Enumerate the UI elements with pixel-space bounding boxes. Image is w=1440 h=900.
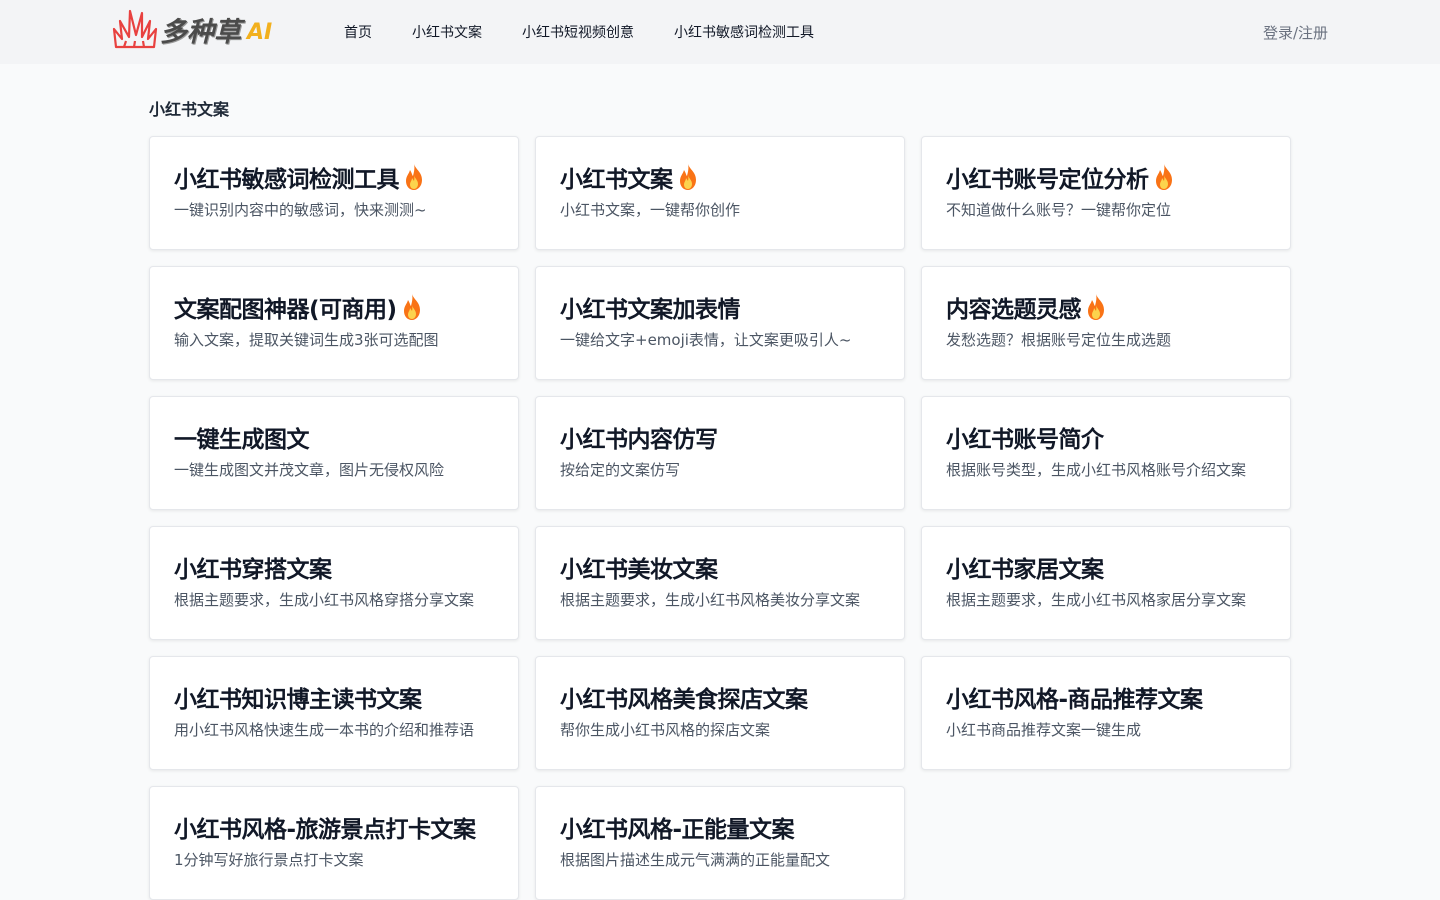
tool-card[interactable]: 小红书风格-旅游景点打卡文案 1分钟写好旅行景点打卡文案	[149, 786, 519, 900]
tool-card-title: 小红书风格-正能量文案	[560, 817, 795, 843]
tool-card-title-row: 小红书家居文案	[946, 549, 1266, 585]
tool-card-title: 小红书美妆文案	[560, 557, 718, 583]
tool-card-description: 帮你生成小红书风格的探店文案	[560, 721, 771, 739]
tool-card-title-row: 小红书穿搭文案	[174, 549, 494, 585]
tool-card[interactable]: 小红书文案 小红书文案，一键帮你创作	[535, 136, 905, 250]
tool-card-title-row: 小红书风格美食探店文案	[560, 679, 880, 715]
tool-card-description: 小红书文案，一键帮你创作	[560, 201, 741, 219]
tool-card-title-row: 小红书风格-旅游景点打卡文案	[174, 809, 494, 845]
tool-card-description: 不知道做什么账号？一键帮你定位	[946, 201, 1172, 219]
tool-card-title-row: 小红书文案	[560, 159, 880, 195]
tool-card-description: 一键生成图文并茂文章，图片无侵权风险	[174, 461, 445, 479]
tool-card[interactable]: 文案配图神器(可商用) 输入文案，提取关键词生成3张可选配图	[149, 266, 519, 380]
tool-card-title: 小红书内容仿写	[560, 427, 718, 453]
tool-card-title: 文案配图神器(可商用)	[174, 297, 397, 323]
fire-icon	[679, 164, 696, 190]
nav-item-home[interactable]: 首页	[324, 22, 392, 42]
tool-card-title-row: 小红书内容仿写	[560, 419, 880, 455]
fire-icon	[406, 164, 422, 190]
tool-card-title: 内容选题灵感	[946, 297, 1082, 323]
tool-card[interactable]: 小红书家居文案 根据主题要求，生成小红书风格家居分享文案	[921, 526, 1291, 640]
tool-card[interactable]: 小红书文案加表情 一键给文字+emoji表情，让文案更吸引人~	[535, 266, 905, 380]
tool-card-description: 根据图片描述生成元气满满的正能量配文	[560, 851, 831, 869]
tool-card-description: 输入文案，提取关键词生成3张可选配图	[174, 331, 439, 349]
nav-item-short-video[interactable]: 小红书短视频创意	[502, 22, 654, 42]
tool-card-description: 小红书商品推荐文案一键生成	[946, 721, 1142, 739]
tool-card[interactable]: 小红书风格美食探店文案 帮你生成小红书风格的探店文案	[535, 656, 905, 770]
tool-card-title-row: 小红书风格-商品推荐文案	[946, 679, 1266, 715]
tool-card-title-row: 小红书美妆文案	[560, 549, 880, 585]
tool-card-description: 一键给文字+emoji表情，让文案更吸引人~	[560, 331, 852, 349]
tool-card-title: 小红书风格美食探店文案	[560, 687, 808, 713]
tool-card-description: 根据主题要求，生成小红书风格穿搭分享文案	[174, 591, 475, 609]
nav-item-copywriting[interactable]: 小红书文案	[392, 22, 502, 42]
tool-card[interactable]: 小红书账号简介 根据账号类型，生成小红书风格账号介绍文案	[921, 396, 1291, 510]
tool-card[interactable]: 一键生成图文 一键生成图文并茂文章，图片无侵权风险	[149, 396, 519, 510]
tool-card-description: 根据账号类型，生成小红书风格账号介绍文案	[946, 461, 1247, 479]
tool-card-title: 小红书风格-旅游景点打卡文案	[174, 817, 476, 843]
tool-card-title-row: 小红书敏感词检测工具	[174, 159, 494, 195]
login-register-link[interactable]: 登录/注册	[1263, 0, 1328, 64]
tool-card-description: 一键识别内容中的敏感词，快来测测~	[174, 201, 427, 219]
tool-card-description: 1分钟写好旅行景点打卡文案	[174, 851, 364, 869]
tool-card[interactable]: 小红书风格-正能量文案 根据图片描述生成元气满满的正能量配文	[535, 786, 905, 900]
tool-card-title-row: 一键生成图文	[174, 419, 494, 455]
tool-card[interactable]: 小红书内容仿写 按给定的文案仿写	[535, 396, 905, 510]
tool-card-title: 一键生成图文	[174, 427, 310, 453]
tool-card-description: 用小红书风格快速生成一本书的介绍和推荐语	[174, 721, 475, 739]
section-title: 小红书文案	[149, 100, 230, 119]
tool-card-title-row: 文案配图神器(可商用)	[174, 289, 494, 325]
tool-card-description: 根据主题要求，生成小红书风格家居分享文案	[946, 591, 1247, 609]
tool-card-title: 小红书文案加表情	[560, 297, 741, 323]
fire-icon	[1155, 164, 1172, 190]
tool-card[interactable]: 小红书风格-商品推荐文案 小红书商品推荐文案一键生成	[921, 656, 1291, 770]
top-header: 多种草 AI 首页 小红书文案 小红书短视频创意 小红书敏感词检测工具 登录/注…	[0, 0, 1440, 64]
tool-card-title: 小红书账号定位分析	[946, 167, 1149, 193]
tool-card-title: 小红书账号简介	[946, 427, 1104, 453]
fire-icon	[403, 294, 420, 320]
tool-card-description: 按给定的文案仿写	[560, 461, 681, 479]
logo-ai-text: AI	[247, 19, 273, 45]
tool-card-title-row: 小红书文案加表情	[560, 289, 880, 325]
fire-icon	[1088, 294, 1104, 320]
tool-card-title: 小红书穿搭文案	[174, 557, 332, 583]
tool-card-title: 小红书敏感词检测工具	[174, 167, 400, 193]
tool-card-title-row: 小红书风格-正能量文案	[560, 809, 880, 845]
tool-card[interactable]: 内容选题灵感 发愁选题？根据账号定位生成选题	[921, 266, 1291, 380]
tool-card-title: 小红书风格-商品推荐文案	[946, 687, 1203, 713]
tool-card-title: 小红书文案	[560, 167, 673, 193]
tool-card-description: 根据主题要求，生成小红书风格美妆分享文案	[560, 591, 861, 609]
tool-card-title: 小红书家居文案	[946, 557, 1104, 583]
nav-item-sensitive-words[interactable]: 小红书敏感词检测工具	[654, 22, 834, 42]
tool-card[interactable]: 小红书知识博主读书文案 用小红书风格快速生成一本书的介绍和推荐语	[149, 656, 519, 770]
tool-card-grid: 小红书敏感词检测工具 一键识别内容中的敏感词，快来测测~ 小红书文案 小红书文案…	[149, 136, 1291, 900]
tool-card[interactable]: 小红书穿搭文案 根据主题要求，生成小红书风格穿搭分享文案	[149, 526, 519, 640]
tool-card[interactable]: 小红书账号定位分析 不知道做什么账号？一键帮你定位	[921, 136, 1291, 250]
tool-card[interactable]: 小红书敏感词检测工具 一键识别内容中的敏感词，快来测测~	[149, 136, 519, 250]
tool-card-title-row: 内容选题灵感	[946, 289, 1266, 325]
tool-card[interactable]: 小红书美妆文案 根据主题要求，生成小红书风格美妆分享文案	[535, 526, 905, 640]
tool-card-title-row: 小红书账号定位分析	[946, 159, 1266, 195]
tool-card-title-row: 小红书知识博主读书文案	[174, 679, 494, 715]
tool-card-title-row: 小红书账号简介	[946, 419, 1266, 455]
tool-card-title: 小红书知识博主读书文案	[174, 687, 422, 713]
main-nav: 首页 小红书文案 小红书短视频创意 小红书敏感词检测工具	[324, 0, 834, 64]
grass-logo-icon	[112, 9, 158, 49]
tool-card-description: 发愁选题？根据账号定位生成选题	[946, 331, 1172, 349]
logo-text: 多种草	[160, 16, 241, 48]
site-logo[interactable]: 多种草 AI	[112, 6, 272, 52]
